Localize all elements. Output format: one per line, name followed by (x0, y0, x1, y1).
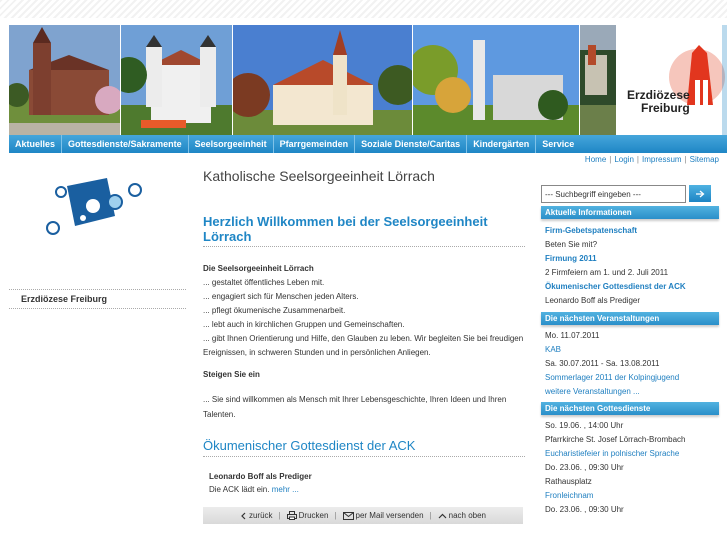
page-actions: zurück | Drucken | per Mail versenden | … (203, 507, 523, 524)
ack-text: Die ACK lädt ein. mehr ... (209, 485, 525, 494)
info-item[interactable]: Firmung 2011 (545, 252, 715, 266)
nav-aktuelles[interactable]: Aktuelles (9, 135, 63, 153)
church-photo-1 (9, 25, 120, 135)
services-item: Rathausplatz (545, 477, 592, 486)
services-item[interactable]: Fronleichnam (545, 489, 715, 503)
header-banner: Erzdiözese Freiburg (9, 25, 727, 135)
church-photo-4 (413, 25, 579, 135)
intro-heading: Die Seelsorgeeinheit Lörrach (203, 264, 314, 273)
nav-gottesdienste[interactable]: Gottesdienste/Sakramente (62, 135, 189, 153)
intro-line: ... gestaltet öffentliches Leben mit. (203, 278, 325, 287)
top-stripe (0, 0, 727, 18)
utility-links: Home | Login | Impressum | Sitemap (585, 155, 719, 164)
events-item[interactable]: weitere Veranstaltungen ... (545, 385, 715, 399)
right-column: Aktuelle Informationen Firm-Gebetspatens… (541, 185, 719, 517)
mehr-link[interactable]: mehr ... (272, 485, 299, 494)
info-box-heading: Aktuelle Informationen (541, 206, 719, 219)
church-photo-2 (121, 25, 232, 135)
sitemap-link[interactable]: Sitemap (690, 155, 719, 164)
brand-name: Erzdiözese Freiburg (627, 89, 690, 115)
print-button[interactable]: Drucken (286, 511, 329, 520)
top-label: nach oben (448, 511, 486, 520)
ack-heading[interactable]: Ökumenischer Gottesdienst der ACK (203, 438, 525, 457)
chevron-left-icon (241, 512, 246, 519)
services-item: So. 19.06. , 14:00 Uhr (545, 421, 624, 430)
intro-list: ... gestaltet öffentliches Leben mit. ..… (203, 276, 525, 360)
events-box-heading: Die nächsten Veranstaltungen (541, 312, 719, 325)
nav-service[interactable]: Service (536, 135, 580, 153)
nav-soziale-dienste[interactable]: Soziale Dienste/Caritas (355, 135, 468, 153)
events-box: Die nächsten Veranstaltungen Mo. 11.07.2… (541, 312, 719, 399)
welcome-heading: Herzlich Willkommen bei der Seelsorgeein… (203, 214, 525, 247)
info-item: 2 Firmfeiern am 1. und 2. Juli 2011 (545, 268, 669, 277)
events-item: Mo. 11.07.2011 (545, 331, 600, 340)
nav-kindergaerten[interactable]: Kindergärten (467, 135, 537, 153)
services-list: So. 19.06. , 14:00 Uhr Pfarrkirche St. Jo… (541, 415, 719, 517)
ack-subheading: Leonardo Boff als Prediger (209, 472, 312, 481)
sidebar-item-label: Erzdiözese Freiburg (21, 294, 108, 304)
search-input[interactable] (541, 185, 686, 203)
info-box: Aktuelle Informationen Firm-Gebetspatens… (541, 206, 719, 308)
ack-text-body: Die ACK lädt ein. (209, 485, 272, 494)
mail-label: per Mail versenden (355, 511, 424, 520)
back-button[interactable]: zurück (240, 511, 273, 520)
nav-pfarrgemeinden[interactable]: Pfarrgemeinden (274, 135, 356, 153)
services-box-heading: Die nächsten Gottesdienste (541, 402, 719, 415)
main-content: Katholische Seelsorgeeinheit Lörrach Her… (203, 168, 525, 494)
info-list: Firm-Gebetspatenschaft Beten Sie mit? Firm… (541, 219, 719, 308)
separator: | (334, 511, 337, 520)
willkommen-text: ... Sie sind willkommen als Mensch mit I… (203, 395, 507, 419)
separator: | (609, 155, 612, 164)
services-box: Die nächsten Gottesdienste So. 19.06. , … (541, 402, 719, 517)
services-item: Do. 23.06. , 09:30 Uhr (545, 463, 624, 472)
separator: | (636, 155, 639, 164)
events-item[interactable]: Sommerlager 2011 der Kolpingjugend (545, 371, 715, 385)
login-link[interactable]: Login (614, 155, 634, 164)
separator: | (684, 155, 687, 164)
main-navigation: Aktuelles Gottesdienste/Sakramente Seels… (9, 135, 727, 153)
church-photo-3 (233, 25, 412, 135)
events-item: Sa. 30.07.2011 - Sa. 13.08.2011 (545, 359, 660, 368)
separator: | (429, 511, 432, 520)
services-item: Do. 23.06. , 09:30 Uhr (545, 505, 624, 514)
home-link[interactable]: Home (585, 155, 606, 164)
info-item[interactable]: Firm-Gebetspatenschaft (545, 224, 715, 238)
info-item[interactable]: Ökumenischer Gottesdienst der ACK (545, 280, 715, 294)
intro-line: ... engagiert sich für Menschen jeden Al… (203, 292, 359, 301)
services-item[interactable]: Eucharistiefeier in polnischer Sprache (545, 447, 715, 461)
envelope-icon (342, 511, 354, 520)
info-item: Beten Sie mit? (545, 240, 598, 249)
ack-teaser: Leonardo Boff als Prediger Die ACK lädt … (203, 472, 525, 494)
separator: | (278, 511, 281, 520)
intro-line: ... gibt Ihnen Orientierung und Hilfe, d… (203, 334, 524, 357)
seelsorgeeinheit-logo[interactable] (45, 178, 145, 238)
intro-line: ... pflegt ökumenische Zusammenarbeit. (203, 306, 346, 315)
impressum-link[interactable]: Impressum (642, 155, 682, 164)
steigen-heading: Steigen Sie ein (203, 370, 260, 379)
back-label: zurück (248, 511, 273, 520)
info-item: Leonardo Boff als Prediger (545, 296, 641, 305)
mail-button[interactable]: per Mail versenden (342, 511, 424, 520)
erzdioezese-emblem-icon (669, 25, 727, 135)
search-form (541, 185, 719, 203)
seelsorgeeinheit-logo-icon (46, 178, 142, 235)
services-item: Pfarrkirche St. Josef Lörrach-Brombach (545, 435, 686, 444)
arrow-right-icon (696, 190, 705, 197)
printer-icon (286, 511, 297, 520)
nav-seelsorgeeinheit[interactable]: Seelsorgeeinheit (189, 135, 274, 153)
search-button[interactable] (689, 185, 711, 202)
brand-name-line2: Freiburg (641, 101, 690, 115)
brand-logo[interactable]: Erzdiözese Freiburg (617, 25, 727, 135)
print-label: Drucken (298, 511, 329, 520)
chevron-up-icon (438, 513, 447, 518)
top-button[interactable]: nach oben (438, 511, 486, 520)
events-list: Mo. 11.07.2011 KAB Sa. 30.07.2011 - Sa. 13… (541, 325, 719, 399)
intro-line: ... lebt auch in kirchlichen Gruppen und… (203, 320, 405, 329)
church-photo-5 (580, 25, 616, 135)
events-item[interactable]: KAB (545, 343, 715, 357)
sidebar-item-erzdioezese[interactable]: Erzdiözese Freiburg (9, 289, 186, 309)
page-title: Katholische Seelsorgeeinheit Lörrach (203, 168, 435, 184)
